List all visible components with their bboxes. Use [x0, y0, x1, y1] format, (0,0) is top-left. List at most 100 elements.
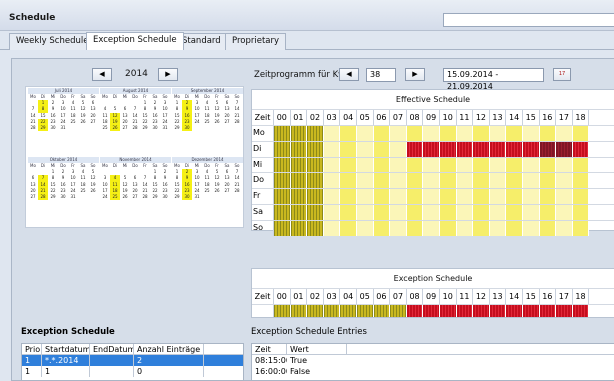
schedule-cell[interactable] — [406, 189, 424, 204]
search-input[interactable] — [443, 13, 614, 27]
week-number-field[interactable]: 38 — [366, 68, 396, 82]
calendar-day[interactable]: 28 — [28, 125, 38, 131]
schedule-cell[interactable] — [274, 189, 291, 204]
table-row[interactable]: 16:00:00False — [252, 366, 614, 377]
schedule-cell[interactable] — [456, 189, 474, 204]
calendar-day[interactable] — [202, 125, 212, 131]
schedule-cell[interactable] — [522, 204, 540, 220]
schedule-cell[interactable] — [274, 173, 291, 189]
schedule-cell[interactable] — [406, 157, 424, 173]
schedule-cell[interactable] — [489, 141, 507, 157]
schedule-cell[interactable] — [356, 189, 374, 204]
schedule-cell[interactable] — [489, 173, 507, 189]
calendar-day[interactable]: 28 — [130, 125, 140, 131]
calendar-day[interactable]: 29 — [38, 124, 48, 132]
schedule-cell[interactable] — [539, 204, 557, 220]
calendar-day[interactable] — [222, 194, 232, 200]
calendar-day[interactable]: 27 — [28, 194, 38, 200]
calendar-day[interactable] — [222, 125, 232, 131]
calendar-day[interactable]: 28 — [140, 194, 150, 200]
schedule-cell[interactable] — [456, 126, 474, 141]
schedule-cell[interactable] — [539, 220, 557, 236]
calendar-day[interactable] — [202, 194, 212, 200]
table-row[interactable]: 1 *.*.2014 2 — [22, 355, 243, 366]
schedule-cell[interactable] — [406, 220, 424, 236]
tab-exception-schedule[interactable]: Exception Schedule — [86, 32, 184, 50]
schedule-cell[interactable] — [539, 126, 557, 141]
table-row[interactable]: 08:15:00True — [252, 355, 614, 366]
schedule-cell[interactable] — [274, 204, 291, 220]
schedule-cell[interactable] — [473, 305, 490, 317]
schedule-cell[interactable] — [274, 141, 291, 157]
schedule-cell[interactable] — [572, 189, 590, 204]
schedule-cell[interactable] — [390, 220, 407, 236]
schedule-cell[interactable] — [406, 305, 424, 317]
calendar-day[interactable] — [78, 194, 88, 200]
schedule-cell[interactable] — [506, 173, 523, 189]
schedule-cell[interactable] — [373, 305, 391, 317]
schedule-cell[interactable] — [307, 126, 324, 141]
calendar-day[interactable]: 29 — [172, 194, 182, 200]
schedule-cell[interactable] — [406, 126, 424, 141]
schedule-cell[interactable] — [323, 189, 341, 204]
schedule-cell[interactable] — [456, 157, 474, 173]
schedule-cell[interactable] — [473, 157, 490, 173]
schedule-cell[interactable] — [307, 220, 324, 236]
schedule-cell[interactable] — [423, 305, 440, 317]
calendar-day[interactable] — [232, 194, 242, 200]
schedule-cell[interactable] — [489, 305, 507, 317]
schedule-cell[interactable] — [539, 141, 557, 157]
calendar-day[interactable]: 31 — [160, 125, 170, 131]
schedule-cell[interactable] — [373, 157, 391, 173]
calendar-day[interactable] — [212, 194, 222, 200]
calendar-day[interactable] — [88, 125, 98, 131]
schedule-cell[interactable] — [473, 126, 490, 141]
schedule-cell[interactable] — [290, 305, 308, 317]
schedule-cell[interactable] — [473, 204, 490, 220]
schedule-cell[interactable] — [373, 173, 391, 189]
schedule-cell[interactable] — [473, 173, 490, 189]
schedule-cell[interactable] — [356, 173, 374, 189]
schedule-cell[interactable] — [290, 157, 308, 173]
schedule-cell[interactable] — [323, 173, 341, 189]
calendar-icon[interactable]: 17 — [553, 68, 571, 81]
schedule-cell[interactable] — [373, 220, 391, 236]
schedule-cell[interactable] — [489, 220, 507, 236]
schedule-cell[interactable] — [290, 220, 308, 236]
calendar-day[interactable]: 27 — [130, 194, 140, 200]
schedule-cell[interactable] — [506, 305, 523, 317]
calendar-day[interactable]: 30 — [48, 125, 58, 131]
schedule-cell[interactable] — [489, 204, 507, 220]
schedule-cell[interactable] — [423, 204, 440, 220]
calendar-day[interactable] — [78, 125, 88, 131]
schedule-cell[interactable] — [556, 189, 573, 204]
calendar-day[interactable] — [212, 125, 222, 131]
calendar-day[interactable] — [68, 125, 78, 131]
schedule-cell[interactable] — [522, 305, 540, 317]
schedule-cell[interactable] — [539, 305, 557, 317]
schedule-cell[interactable] — [439, 189, 457, 204]
schedule-cell[interactable] — [340, 305, 357, 317]
schedule-cell[interactable] — [290, 173, 308, 189]
calendar-day[interactable]: 29 — [172, 125, 182, 131]
schedule-cell[interactable] — [323, 305, 341, 317]
calendar-day[interactable]: 24 — [100, 194, 110, 200]
schedule-cell[interactable] — [473, 141, 490, 157]
schedule-cell[interactable] — [489, 189, 507, 204]
schedule-cell[interactable] — [572, 204, 590, 220]
schedule-cell[interactable] — [390, 126, 407, 141]
calendar-day[interactable]: 30 — [160, 194, 170, 200]
schedule-cell[interactable] — [423, 141, 440, 157]
schedule-cell[interactable] — [506, 126, 523, 141]
schedule-cell[interactable] — [423, 126, 440, 141]
schedule-cell[interactable] — [539, 157, 557, 173]
schedule-cell[interactable] — [390, 204, 407, 220]
calendar-day[interactable] — [192, 125, 202, 131]
date-range-field[interactable]: 15.09.2014 - 21.09.2014 — [443, 68, 544, 91]
schedule-cell[interactable] — [439, 141, 457, 157]
schedule-cell[interactable] — [572, 173, 590, 189]
schedule-cell[interactable] — [456, 305, 474, 317]
schedule-cell[interactable] — [307, 141, 324, 157]
schedule-cell[interactable] — [274, 220, 291, 236]
schedule-cell[interactable] — [539, 189, 557, 204]
